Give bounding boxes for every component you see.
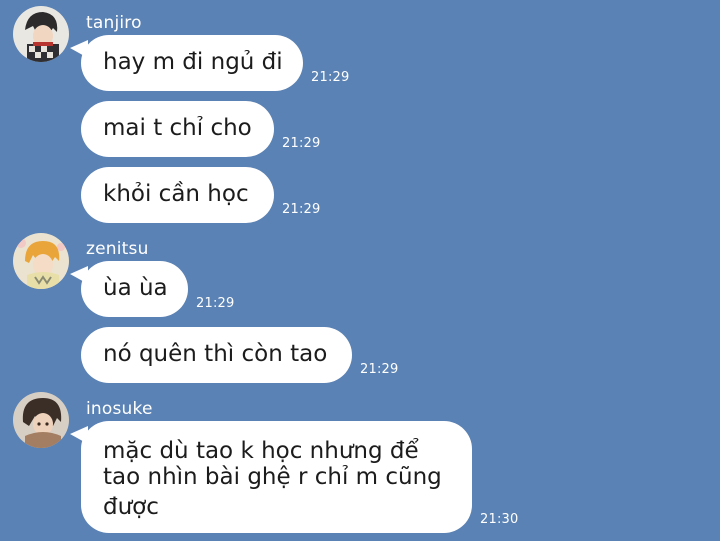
message-bubble[interactable]: mai t chỉ cho	[81, 101, 274, 157]
message-bubble[interactable]: mặc dù tao k học nhưng để tao nhìn bài g…	[81, 421, 472, 533]
message-bubble[interactable]: ùa ùa	[81, 261, 188, 317]
message-time: 21:29	[311, 70, 350, 85]
message-bubble[interactable]: hay m đi ngủ đi	[81, 35, 303, 91]
bubble-tail	[70, 266, 88, 284]
sender-name-zenitsu: zenitsu	[86, 239, 149, 259]
message-text: khỏi cần học	[103, 181, 249, 207]
message-bubble[interactable]: nó quên thì còn tao	[81, 327, 352, 383]
message-text-line: được	[103, 494, 159, 520]
avatar-tanjiro[interactable]	[13, 6, 69, 62]
message-time: 21:29	[282, 202, 321, 217]
message-text: mai t chỉ cho	[103, 115, 252, 141]
sender-name-inosuke: inosuke	[86, 399, 153, 419]
avatar-zenitsu[interactable]	[13, 233, 69, 289]
message-text: ùa ùa	[103, 275, 168, 301]
message-text-line: tao nhìn bài ghệ r chỉ m cũng	[103, 464, 442, 490]
message-time: 21:29	[196, 296, 235, 311]
message-bubble[interactable]: khỏi cần học	[81, 167, 274, 223]
message-time: 21:30	[480, 512, 519, 527]
bubble-tail	[70, 40, 88, 58]
chat-area[interactable]: tanjiro hay m đi ngủ đi 21:29 mai t chỉ …	[0, 0, 720, 541]
message-text: hay m đi ngủ đi	[103, 49, 283, 75]
avatar-inosuke[interactable]	[13, 392, 69, 448]
bubble-tail	[70, 426, 88, 444]
sender-name-tanjiro: tanjiro	[86, 13, 142, 33]
message-text: nó quên thì còn tao	[103, 341, 328, 367]
message-time: 21:29	[282, 136, 321, 151]
message-time: 21:29	[360, 362, 399, 377]
